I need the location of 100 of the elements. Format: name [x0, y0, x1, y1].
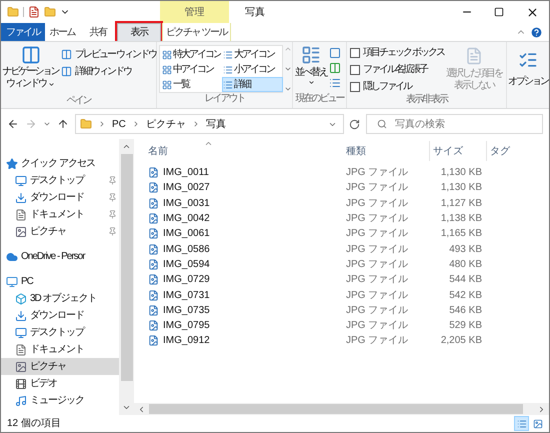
nav-item[interactable]: ピクチャ: [1, 358, 119, 375]
add-columns-icon[interactable]: [329, 62, 341, 74]
help-icon[interactable]: [530, 26, 543, 38]
nav-item[interactable]: PC: [1, 273, 119, 290]
nav-label: デスクトップ: [30, 326, 84, 340]
close-icon[interactable]: [526, 6, 538, 18]
cloud-icon: [6, 250, 18, 262]
properties-icon[interactable]: [28, 6, 40, 18]
download-icon: [15, 192, 27, 204]
group-by-icon[interactable]: [329, 47, 341, 59]
file-type: JPG ファイル: [346, 242, 410, 257]
nav-label: ビデオ: [30, 377, 57, 391]
breadcrumb[interactable]: PC: [112, 116, 126, 132]
up-icon[interactable]: [57, 118, 69, 130]
refresh-icon[interactable]: [349, 118, 360, 130]
maximize-icon[interactable]: [494, 7, 504, 17]
navigation-pane-icon: [20, 45, 41, 65]
ribbon-tab[interactable]: ピクチャ ツール: [162, 23, 231, 41]
layout-option[interactable]: 小アイコン: [222, 62, 283, 77]
nav-label: PC: [21, 275, 33, 289]
ribbon-tab[interactable]: ファイル: [1, 23, 45, 41]
caret-icon: [308, 79, 314, 86]
pane-icon: [61, 66, 72, 76]
breadcrumb[interactable]: ピクチャ: [146, 116, 186, 132]
file-name[interactable]: IMG_0011: [163, 165, 209, 180]
ribbon-group-label: 現在のビュー: [296, 93, 344, 105]
details-view-button[interactable]: [514, 416, 529, 431]
ribbon-group-label: 表示/非表示: [406, 94, 447, 106]
file-type: JPG ファイル: [346, 288, 410, 303]
checkbox[interactable]: [350, 48, 360, 58]
ribbon-tab[interactable]: 表示: [117, 23, 161, 41]
nav-label: OneDrive - Persor: [21, 250, 85, 264]
nav-item[interactable]: ダウンロード: [1, 307, 119, 324]
file-name[interactable]: IMG_0586: [163, 242, 210, 257]
layout-option[interactable]: 一覧: [161, 77, 222, 92]
file-name[interactable]: IMG_0594: [163, 256, 210, 272]
column-header[interactable]: 種類: [346, 141, 429, 161]
file-type: JPG ファイル: [346, 212, 410, 226]
file-type: JPG ファイル: [346, 181, 410, 196]
file-name[interactable]: IMG_0795: [163, 318, 210, 334]
file-size: 529 KB: [448, 319, 482, 334]
nav-item[interactable]: クイック アクセス: [1, 155, 119, 172]
checkbox-label: ファイル名拡張子: [363, 62, 427, 77]
back-icon[interactable]: [7, 118, 19, 130]
scroll-down-icon[interactable]: [284, 65, 292, 73]
breadcrumb[interactable]: 写真: [206, 116, 226, 132]
image-file-icon: [148, 167, 159, 178]
file-name[interactable]: IMG_0912: [163, 333, 210, 348]
file-name[interactable]: IMG_0027: [163, 180, 210, 196]
layout-option[interactable]: 大アイコン: [222, 47, 283, 62]
sort-button[interactable]: 並べ替え: [295, 45, 327, 93]
grid-icon: [162, 50, 172, 60]
image-file-icon: [148, 228, 159, 240]
layout-option[interactable]: 特大アイコン: [161, 47, 222, 62]
recent-locations-icon[interactable]: [43, 120, 51, 128]
pane-option-button[interactable]: 詳細ウィンドウ: [61, 64, 156, 78]
scroll-left-icon[interactable]: [137, 404, 146, 414]
vertical-scrollbar[interactable]: [119, 139, 134, 415]
file-size: 1,130 KB: [440, 181, 482, 196]
nav-item[interactable]: ピクチャ: [1, 223, 119, 240]
nav-item[interactable]: ビデオ: [1, 375, 119, 392]
file-type: JPG ファイル: [346, 304, 410, 318]
nav-item[interactable]: 3D オブジェクト: [1, 290, 119, 307]
file-name[interactable]: IMG_0031: [163, 196, 210, 211]
pane-option-button[interactable]: プレビュー ウィンドウ: [61, 47, 156, 61]
search-field[interactable]: 写真の検索: [366, 114, 543, 134]
nav-item[interactable]: OneDrive - Persor: [1, 248, 119, 265]
layout-option[interactable]: 中アイコン: [161, 62, 222, 77]
checkbox[interactable]: [350, 64, 360, 74]
navigation-pane-button[interactable]: ナビゲーション ウィンドウ: [2, 45, 60, 95]
file-name[interactable]: IMG_0729: [163, 272, 210, 288]
options-button[interactable]: オプション: [508, 50, 548, 89]
picture-icon: [532, 418, 542, 428]
scroll-right-icon[interactable]: [537, 404, 546, 414]
ribbon-group-label: レイアウト: [204, 93, 244, 105]
column-header[interactable]: サイズ: [429, 141, 486, 161]
column-header[interactable]: 名前: [148, 141, 346, 161]
file-name[interactable]: IMG_0731: [163, 288, 210, 303]
nav-item[interactable]: ミュージック: [1, 392, 119, 409]
image-file-icon: [148, 290, 159, 301]
caret-icon: [48, 80, 56, 88]
address-field[interactable]: PC ピクチャ 写真: [75, 114, 344, 134]
scroll-up-icon[interactable]: [122, 142, 131, 151]
nav-item[interactable]: デスクトップ: [1, 324, 119, 341]
expand-gallery-icon[interactable]: [284, 85, 292, 93]
scroll-down-icon[interactable]: [122, 403, 131, 412]
file-type: JPG ファイル: [346, 334, 410, 348]
status-text: 12 個の項目: [7, 417, 62, 431]
nav-item[interactable]: デスクトップ: [1, 172, 119, 189]
column-header[interactable]: タグ: [486, 141, 526, 161]
checkbox[interactable]: [350, 82, 360, 92]
file-name[interactable]: IMG_0042: [163, 211, 210, 226]
file-name[interactable]: IMG_0061: [163, 226, 210, 242]
nav-item[interactable]: ドキュメント: [1, 206, 119, 223]
nav-item[interactable]: ダウンロード: [1, 189, 119, 206]
horizontal-scrollbar[interactable]: [134, 403, 549, 415]
nav-item[interactable]: ドキュメント: [1, 341, 119, 358]
file-type: JPG ファイル: [346, 166, 410, 180]
file-name[interactable]: IMG_0735: [163, 302, 210, 318]
layout-option[interactable]: 詳細: [222, 77, 283, 92]
